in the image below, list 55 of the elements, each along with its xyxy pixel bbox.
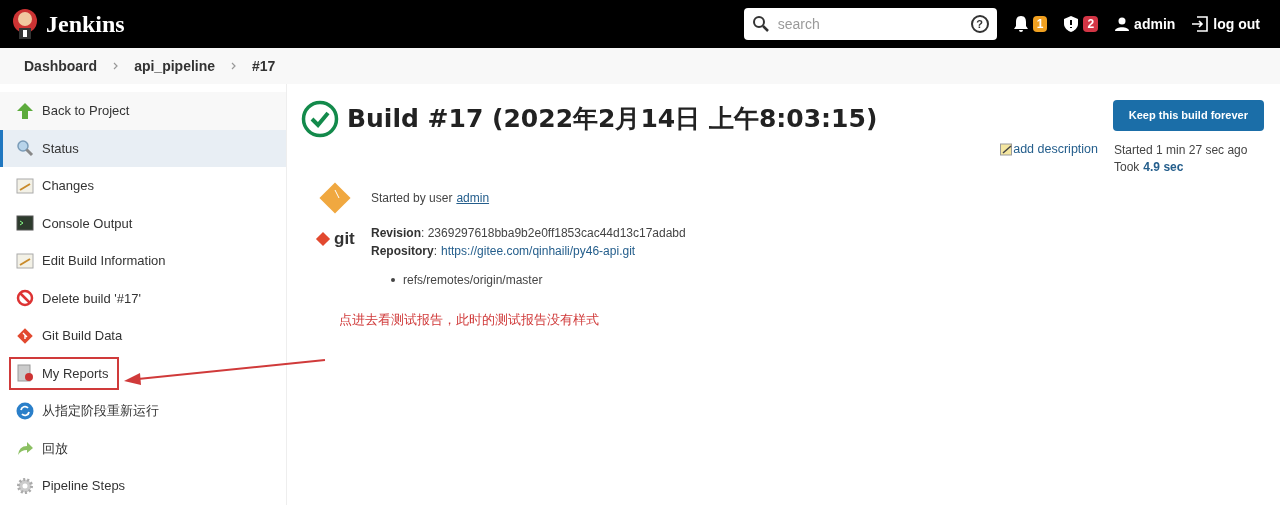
add-description-link[interactable]: add description: [1013, 140, 1098, 159]
security-badge: 2: [1083, 16, 1099, 32]
duration-link[interactable]: 4.9 sec: [1143, 159, 1184, 176]
user-link[interactable]: admin: [456, 189, 490, 207]
chevron-icon: [113, 62, 119, 70]
chevron-icon: [231, 62, 237, 70]
started-by-text: Started by user: [371, 190, 453, 207]
sidebar-item[interactable]: Git Build Data: [0, 317, 286, 355]
user-icon: [1114, 16, 1131, 32]
repository-label: Repository:: [371, 243, 438, 260]
logout-icon: [1191, 16, 1210, 32]
bullet-icon: [391, 278, 395, 282]
bell-icon[interactable]: [1012, 15, 1029, 33]
sidebar-item[interactable]: Changes: [0, 167, 286, 205]
sidebar-item[interactable]: Pipeline Steps: [0, 467, 286, 505]
edit-note-icon: [1000, 142, 1014, 156]
sidebar-item[interactable]: My Reports: [0, 354, 286, 392]
notepad-icon: [16, 251, 34, 270]
up-arrow-icon: [16, 101, 34, 120]
sidebar-item[interactable]: Console Output: [0, 204, 286, 242]
shield-icon[interactable]: [1063, 15, 1080, 33]
search-icon: [751, 15, 770, 33]
annotation-note: 点进去看测试报告，此时的测试报告没有样式: [339, 312, 599, 327]
breadcrumb-link[interactable]: Dashboard: [24, 55, 98, 77]
logo-text[interactable]: Jenkins: [46, 6, 125, 42]
took-label: Took: [1114, 159, 1140, 176]
user-link[interactable]: admin: [1134, 13, 1176, 35]
branch-text: refs/remotes/origin/master: [403, 272, 543, 289]
terminal-icon: [16, 214, 34, 233]
report-icon: [16, 364, 34, 383]
breadcrumb-link[interactable]: #17: [252, 55, 276, 77]
notepad-icon: [16, 176, 34, 195]
breadcrumb-link[interactable]: api_pipeline: [134, 55, 216, 77]
notification-badge: 1: [1032, 16, 1048, 32]
help-button[interactable]: ?: [970, 15, 989, 33]
magnifier-icon: [16, 139, 34, 158]
prohibited-icon: [16, 289, 34, 308]
git-label: git: [334, 230, 355, 247]
gear-icon: [16, 476, 34, 495]
success-check-icon: [301, 100, 339, 138]
build-title: Build #17 (2022年2月14日 上午8:03:15): [347, 103, 878, 136]
butler-logo-icon: [12, 8, 38, 40]
sidebar-item[interactable]: Back to Project: [0, 92, 286, 130]
search-field[interactable]: search ?: [743, 8, 997, 40]
sidebar-item[interactable]: Status: [0, 129, 286, 167]
repository-link[interactable]: https://gitee.com/qinhaili/py46-api.git: [441, 242, 636, 260]
sidebar-item[interactable]: 从指定阶段重新运行: [0, 392, 286, 430]
revision-text: Revision: 2369297618bba9b2e0ff1853cac44d13c17adabd: [371, 225, 686, 242]
started-time: Started 1 min 27 sec ago: [1114, 142, 1249, 159]
keep-build-button[interactable]: Keep this build forever: [1112, 100, 1264, 131]
logout-link[interactable]: log out: [1213, 13, 1260, 35]
sidebar-item[interactable]: Edit Build Information: [0, 242, 286, 280]
sidebar-item[interactable]: Delete build '#17': [0, 279, 286, 317]
refresh-icon: [16, 401, 34, 420]
sidebar-item[interactable]: 回放: [0, 429, 286, 467]
